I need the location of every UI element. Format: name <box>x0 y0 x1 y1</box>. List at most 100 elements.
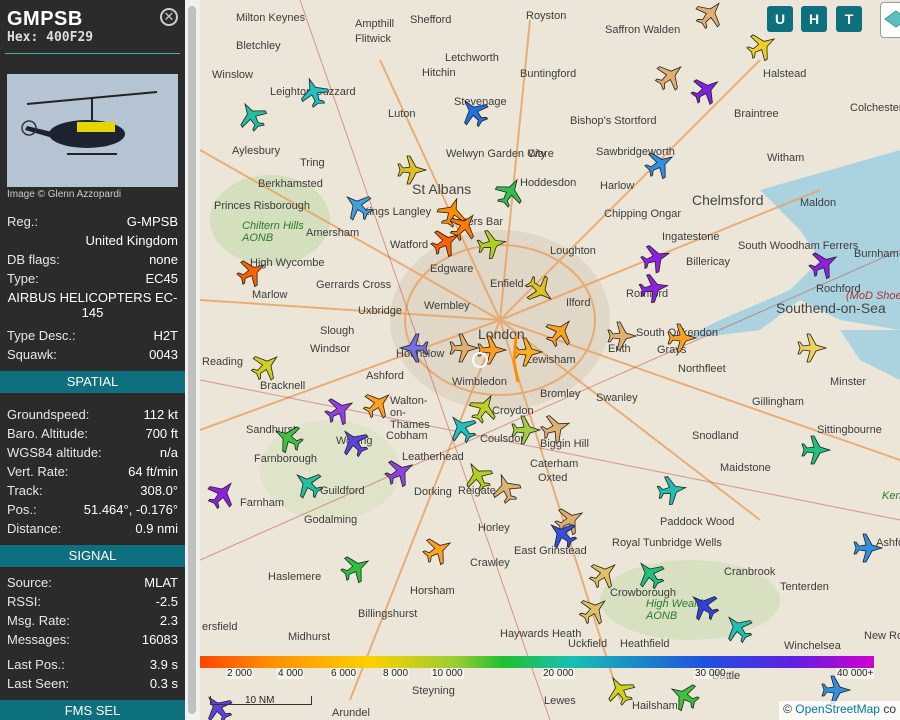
map-label: South Woodham Ferrers <box>738 240 859 252</box>
map-label: Braintree <box>734 108 779 120</box>
legend-tick: 4 000 <box>277 668 305 679</box>
map-label: Milton Keynes <box>236 12 306 24</box>
detail-row-dbflags: DB flags: none <box>7 252 178 270</box>
signal-key: Last Pos.: <box>7 657 65 672</box>
map-label: Royal Tunbridge Wells <box>612 537 722 549</box>
map-label: Reading <box>202 356 243 368</box>
spatial-value: 308.0° <box>140 483 178 498</box>
map-label: Wembley <box>424 300 470 312</box>
map-label: Midhurst <box>288 631 331 643</box>
map-label: Sittingbourne <box>817 424 882 436</box>
signal-row: Messages: 16083 <box>7 632 178 650</box>
legend-tick: 6 000 <box>330 668 358 679</box>
map-label: Arundel <box>332 707 370 719</box>
map-label: New Rom <box>864 630 900 642</box>
signal-value: 16083 <box>141 632 178 647</box>
signal-row: Source: MLAT <box>7 575 178 593</box>
attribution-suffix: co <box>883 702 896 716</box>
map-view[interactable]: Milton Keynes Ampthill Shefford Royston … <box>200 0 900 720</box>
map-label: Ware <box>528 148 554 160</box>
map-label: Windsor <box>310 343 351 355</box>
map-label: Halstead <box>763 68 807 80</box>
layers-icon <box>884 10 900 28</box>
map-label: Grays <box>657 344 687 356</box>
section-header-spatial[interactable]: SPATIAL <box>0 371 185 393</box>
map-label: Romford <box>626 288 669 300</box>
map-label: Swanley <box>596 392 638 404</box>
map-label: Woking <box>336 435 373 447</box>
map-label: Buntingford <box>520 68 577 80</box>
map-label: Dorking <box>414 486 452 498</box>
spatial-key: Distance: <box>7 521 62 536</box>
map-label: Uxbridge <box>358 305 403 317</box>
spatial-value: 0.9 nmi <box>135 521 178 536</box>
spatial-row: Distance: 0.9 nmi <box>7 521 178 539</box>
map-label: Godalming <box>304 514 358 526</box>
detail-country: United Kingdom <box>85 233 179 248</box>
section-header-fms[interactable]: FMS SEL <box>0 700 185 720</box>
map-label: Winslow <box>212 69 253 81</box>
map-label: South Ockendon <box>636 327 718 339</box>
map-label: Coulsdon <box>480 433 527 445</box>
layers-button[interactable] <box>880 2 900 38</box>
map-label: High Wycombe <box>250 257 325 269</box>
map-label: Ampthill <box>355 18 395 30</box>
map-label: Farnham <box>240 497 285 509</box>
map-label: Maldon <box>800 197 837 209</box>
map-label: Enfield <box>490 278 524 290</box>
toggle-t-button[interactable]: T <box>836 6 862 32</box>
detail-key: DB flags: <box>7 252 60 267</box>
map-label: Northfleet <box>678 363 726 375</box>
map-label: Maidstone <box>720 462 771 474</box>
toggle-h-button[interactable]: H <box>801 6 827 32</box>
map-label: Luton <box>388 108 416 120</box>
spatial-value: 700 ft <box>145 426 178 441</box>
map-label: Saffron Walden <box>605 24 681 36</box>
map-label: London <box>478 326 525 342</box>
map-label: Wimbledon <box>452 376 508 388</box>
map-label: Kent <box>882 490 900 502</box>
legend-tick: 30 000 <box>694 668 727 679</box>
spatial-key: Pos.: <box>7 502 37 517</box>
detail-key: Reg.: <box>7 214 39 229</box>
detail-row-squawk: Squawk: 0043 <box>7 347 178 365</box>
map-label: Biggin Hill <box>540 438 589 450</box>
map-label: Crawley <box>470 557 510 569</box>
detail-value: G-MPSB <box>126 214 178 229</box>
map-label: Lewes <box>544 695 576 707</box>
spatial-row: Pos.: 51.464°, -0.176° <box>7 502 178 520</box>
map-label: Edgware <box>430 263 474 275</box>
signal-value: 3.9 s <box>149 657 178 672</box>
aircraft-photo[interactable] <box>7 74 178 187</box>
map-attribution: © OpenStreetMap co <box>779 701 900 720</box>
map-label: Caterham <box>530 458 579 470</box>
map-label: Gillingham <box>752 396 804 408</box>
map-label: Hitchin <box>422 67 456 79</box>
detail-value: 0043 <box>149 347 178 362</box>
altitude-color-legend[interactable] <box>200 656 874 668</box>
sidebar-scrollbar[interactable] <box>185 0 200 720</box>
map-label: Cranbrook <box>724 566 776 578</box>
scrollbar-thumb[interactable] <box>188 6 196 714</box>
signal-value: 0.3 s <box>149 676 178 691</box>
map-label: Oxted <box>538 472 568 484</box>
map-label: Flitwick <box>355 33 392 45</box>
legend-tick: 20 000 <box>542 668 575 679</box>
osm-link[interactable]: OpenStreetMap <box>795 702 880 716</box>
map-label: Leighton Buzzard <box>270 86 356 98</box>
map-label: Hounslow <box>396 348 445 360</box>
section-header-signal[interactable]: SIGNAL <box>0 545 185 567</box>
legend-tick: 8 000 <box>382 668 410 679</box>
signal-value: 2.3 <box>159 613 178 628</box>
signal-row: RSSI: -2.5 <box>7 594 178 612</box>
map-label: Lewisham <box>526 354 576 366</box>
signal-key: Last Seen: <box>7 676 70 691</box>
map-label: High Weald AONB <box>646 598 703 622</box>
spatial-key: Vert. Rate: <box>7 464 69 479</box>
map-label: Walton-on-Thames <box>390 395 430 431</box>
map-label: Heathfield <box>620 638 670 650</box>
close-panel-button[interactable]: ✕ <box>160 8 178 26</box>
toggle-u-button[interactable]: U <box>767 6 793 32</box>
legend-tick: 40 000+ <box>836 668 875 679</box>
spatial-key: Track: <box>7 483 43 498</box>
